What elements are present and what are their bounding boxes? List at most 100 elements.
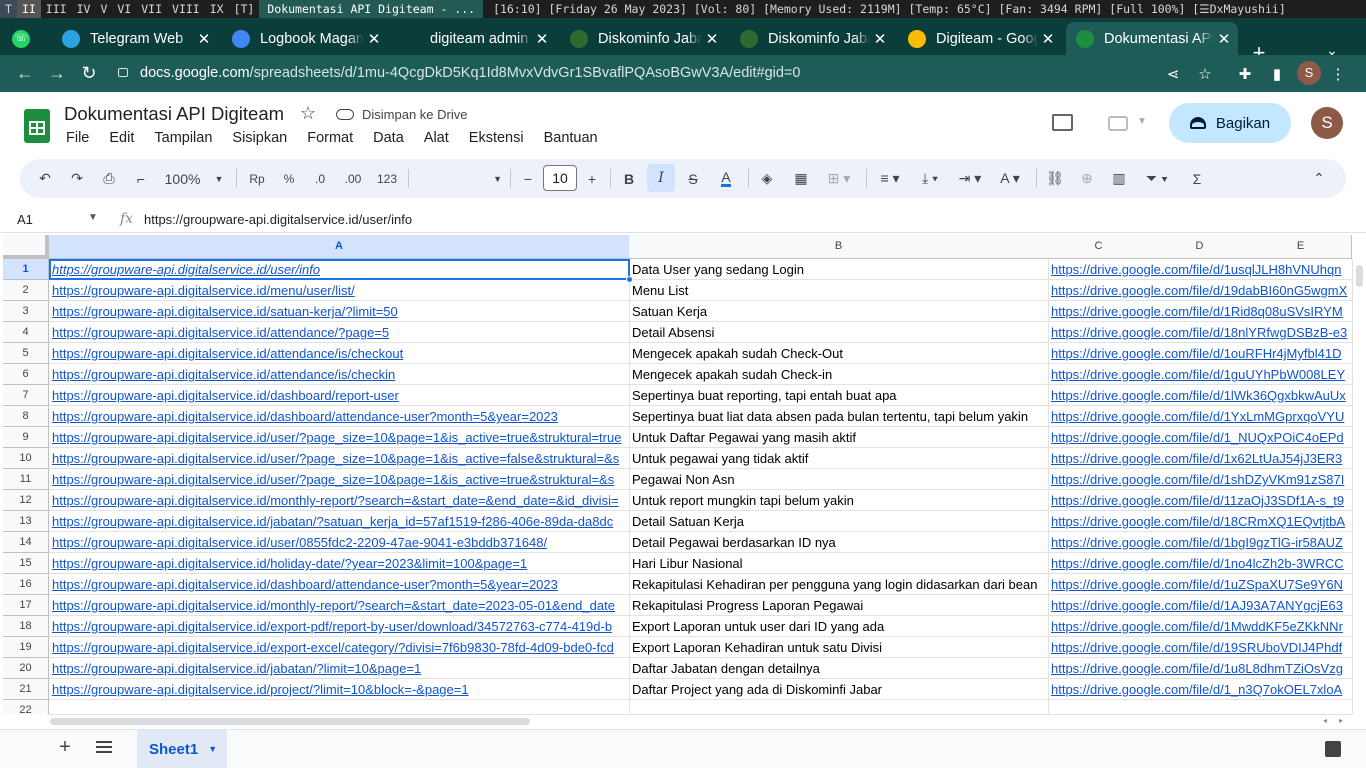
row-header[interactable]: 15: [3, 553, 49, 574]
italic-icon[interactable]: I: [647, 164, 675, 192]
cell-endpoint-url[interactable]: [49, 700, 630, 714]
vertical-scroll-thumb[interactable]: [1356, 265, 1363, 287]
add-sheet-button[interactable]: +: [56, 736, 74, 759]
bold-icon[interactable]: B: [618, 159, 640, 198]
text-rotation-icon[interactable]: A ▾: [994, 159, 1026, 198]
row-header[interactable]: 3: [3, 301, 49, 322]
cell-description[interactable]: Sepertinya buat liat data absen pada bul…: [629, 406, 1049, 427]
drive-save-status[interactable]: Disimpan ke Drive: [336, 107, 467, 122]
cell-drive-link[interactable]: https://drive.google.com/file/d/1YxLmMGp…: [1048, 406, 1352, 427]
cell-drive-link[interactable]: https://drive.google.com/file/d/1ouRFHr4…: [1048, 343, 1352, 364]
cell-drive-link[interactable]: https://drive.google.com/file/d/1usqlJLH…: [1048, 259, 1352, 280]
menu-insert[interactable]: Sisipkan: [222, 130, 297, 146]
cell-endpoint-url[interactable]: https://groupware-api.digitalservice.id/…: [49, 385, 630, 406]
account-avatar[interactable]: S: [1311, 107, 1343, 139]
cell-description[interactable]: Pegawai Non Asn: [629, 469, 1049, 490]
cell-description[interactable]: Detail Absensi: [629, 322, 1049, 343]
meet-dropdown-icon[interactable]: ▼: [1137, 116, 1147, 127]
font-size-input[interactable]: 10: [543, 165, 577, 191]
increase-decimal-button[interactable]: .00: [340, 159, 366, 198]
cell-drive-link[interactable]: https://drive.google.com/file/d/1MwddKF5…: [1048, 616, 1352, 637]
row-header[interactable]: 10: [3, 448, 49, 469]
explore-icon[interactable]: [1325, 741, 1341, 757]
menu-help[interactable]: Bantuan: [534, 130, 608, 146]
filter-icon[interactable]: ⏷ ▾: [1140, 159, 1174, 198]
workspace-2[interactable]: II: [16, 0, 41, 18]
row-header[interactable]: 7: [3, 385, 49, 406]
cell-description[interactable]: Rekapitulasi Progress Laporan Pegawai: [629, 595, 1049, 616]
merge-cells-icon[interactable]: ⊞ ▾: [822, 159, 856, 198]
cell-drive-link[interactable]: https://drive.google.com/file/d/1u8L8dhm…: [1048, 658, 1352, 679]
cell-endpoint-url[interactable]: https://groupware-api.digitalservice.id/…: [49, 658, 630, 679]
vertical-align-icon[interactable]: ⤓ ▾: [914, 159, 946, 198]
decrease-font-size-icon[interactable]: −: [518, 159, 538, 198]
cell-endpoint-url[interactable]: https://groupware-api.digitalservice.id/…: [49, 322, 630, 343]
cell-description[interactable]: Untuk Daftar Pegawai yang masih aktif: [629, 427, 1049, 448]
cell-description[interactable]: [629, 700, 1049, 714]
address-bar[interactable]: docs.google.com/spreadsheets/d/1mu-4QcgD…: [114, 59, 1234, 88]
insert-chart-icon[interactable]: ▥: [1108, 159, 1130, 198]
insert-link-icon[interactable]: ⛓: [1044, 159, 1066, 198]
document-title[interactable]: Dokumentasi API Digiteam: [64, 103, 284, 125]
horizontal-scroll-thumb[interactable]: [50, 718, 530, 725]
name-box-dropdown-icon[interactable]: ▼: [88, 212, 98, 223]
extensions-puzzle-icon[interactable]: ✚: [1235, 65, 1255, 83]
row-header[interactable]: 8: [3, 406, 49, 427]
cell-description[interactable]: Menu List: [629, 280, 1049, 301]
cell-description[interactable]: Untuk pegawai yang tidak aktif: [629, 448, 1049, 469]
back-arrow-icon[interactable]: ←: [14, 63, 36, 84]
cell-drive-link[interactable]: https://drive.google.com/file/d/18CRmXQ1…: [1048, 511, 1352, 532]
bookmark-star-icon[interactable]: ☆: [1195, 65, 1215, 83]
collapse-menus-chevron-icon[interactable]: ⌃: [1308, 159, 1330, 198]
cell-drive-link[interactable]: https://drive.google.com/file/d/1x62LtUa…: [1048, 448, 1352, 469]
cell-drive-link[interactable]: https://drive.google.com/file/d/1no4lcZh…: [1048, 553, 1352, 574]
scroll-right-icon[interactable]: ▸: [1339, 716, 1343, 725]
cell-description[interactable]: Rekapitulasi Kehadiran per pengguna yang…: [629, 574, 1049, 595]
redo-icon[interactable]: ↷: [66, 159, 88, 198]
currency-format-button[interactable]: Rp: [246, 159, 268, 198]
cell-endpoint-url[interactable]: https://groupware-api.digitalservice.id/…: [49, 280, 630, 301]
cell-drive-link[interactable]: https://drive.google.com/file/d/1guUYhPb…: [1048, 364, 1352, 385]
workspace-5[interactable]: V: [95, 0, 112, 18]
cell-endpoint-url[interactable]: https://groupware-api.digitalservice.id/…: [49, 448, 630, 469]
row-header[interactable]: 20: [3, 658, 49, 679]
cell-endpoint-url[interactable]: https://groupware-api.digitalservice.id/…: [49, 679, 630, 700]
cell-description[interactable]: Detail Satuan Kerja: [629, 511, 1049, 532]
cell-endpoint-url[interactable]: https://groupware-api.digitalservice.id/…: [49, 637, 630, 658]
text-color-icon[interactable]: A: [714, 159, 738, 198]
row-header[interactable]: 11: [3, 469, 49, 490]
column-header-a[interactable]: A: [49, 235, 630, 259]
cell-drive-link[interactable]: https://drive.google.com/file/d/18nlYRfw…: [1048, 322, 1352, 343]
close-tab-icon[interactable]: ✕: [532, 30, 552, 48]
horizontal-scrollbar[interactable]: ◂ ▸: [47, 714, 1352, 728]
cell-drive-link[interactable]: https://drive.google.com/file/d/11zaOjJ3…: [1048, 490, 1352, 511]
cell-drive-link[interactable]: https://drive.google.com/file/d/1bgI9gzT…: [1048, 532, 1352, 553]
cell-drive-link[interactable]: https://drive.google.com/file/d/1Rid8q08…: [1048, 301, 1352, 322]
cell-drive-link[interactable]: https://drive.google.com/file/d/19dabBI6…: [1048, 280, 1352, 301]
cell-endpoint-url[interactable]: https://groupware-api.digitalservice.id/…: [49, 616, 630, 637]
row-header[interactable]: 21: [3, 679, 49, 700]
row-header[interactable]: 4: [3, 322, 49, 343]
cell-endpoint-url[interactable]: https://groupware-api.digitalservice.id/…: [49, 301, 630, 322]
cell-endpoint-url[interactable]: https://groupware-api.digitalservice.id/…: [49, 574, 630, 595]
cell-drive-link[interactable]: https://drive.google.com/file/d/1uZSpaXU…: [1048, 574, 1352, 595]
all-sheets-menu-icon[interactable]: [96, 741, 112, 753]
cell-endpoint-url[interactable]: https://groupware-api.digitalservice.id/…: [49, 553, 630, 574]
workspace-3[interactable]: III: [41, 0, 72, 18]
cell-drive-link[interactable]: https://drive.google.com/file/d/1lWk36Qg…: [1048, 385, 1352, 406]
menu-extensions[interactable]: Ekstensi: [459, 130, 534, 146]
cell-endpoint-url[interactable]: https://groupware-api.digitalservice.id/…: [49, 364, 630, 385]
row-header[interactable]: 19: [3, 637, 49, 658]
cell-endpoint-url[interactable]: https://groupware-api.digitalservice.id/…: [49, 490, 630, 511]
cell-description[interactable]: Data User yang sedang Login: [629, 259, 1049, 280]
browser-tab[interactable]: Diskominfo Jabar ✕: [730, 22, 894, 55]
close-tab-icon[interactable]: ✕: [1038, 30, 1058, 48]
cell-description[interactable]: Untuk report mungkin tapi belum yakin: [629, 490, 1049, 511]
scroll-left-icon[interactable]: ◂: [1323, 716, 1327, 725]
menu-format[interactable]: Format: [297, 130, 363, 146]
borders-icon[interactable]: ▦: [790, 159, 812, 198]
close-tab-icon[interactable]: ✕: [194, 30, 214, 48]
fill-color-icon[interactable]: ◈: [756, 159, 778, 198]
cell-endpoint-url[interactable]: https://groupware-api.digitalservice.id/…: [49, 469, 630, 490]
cell-endpoint-url[interactable]: https://groupware-api.digitalservice.id/…: [49, 406, 630, 427]
